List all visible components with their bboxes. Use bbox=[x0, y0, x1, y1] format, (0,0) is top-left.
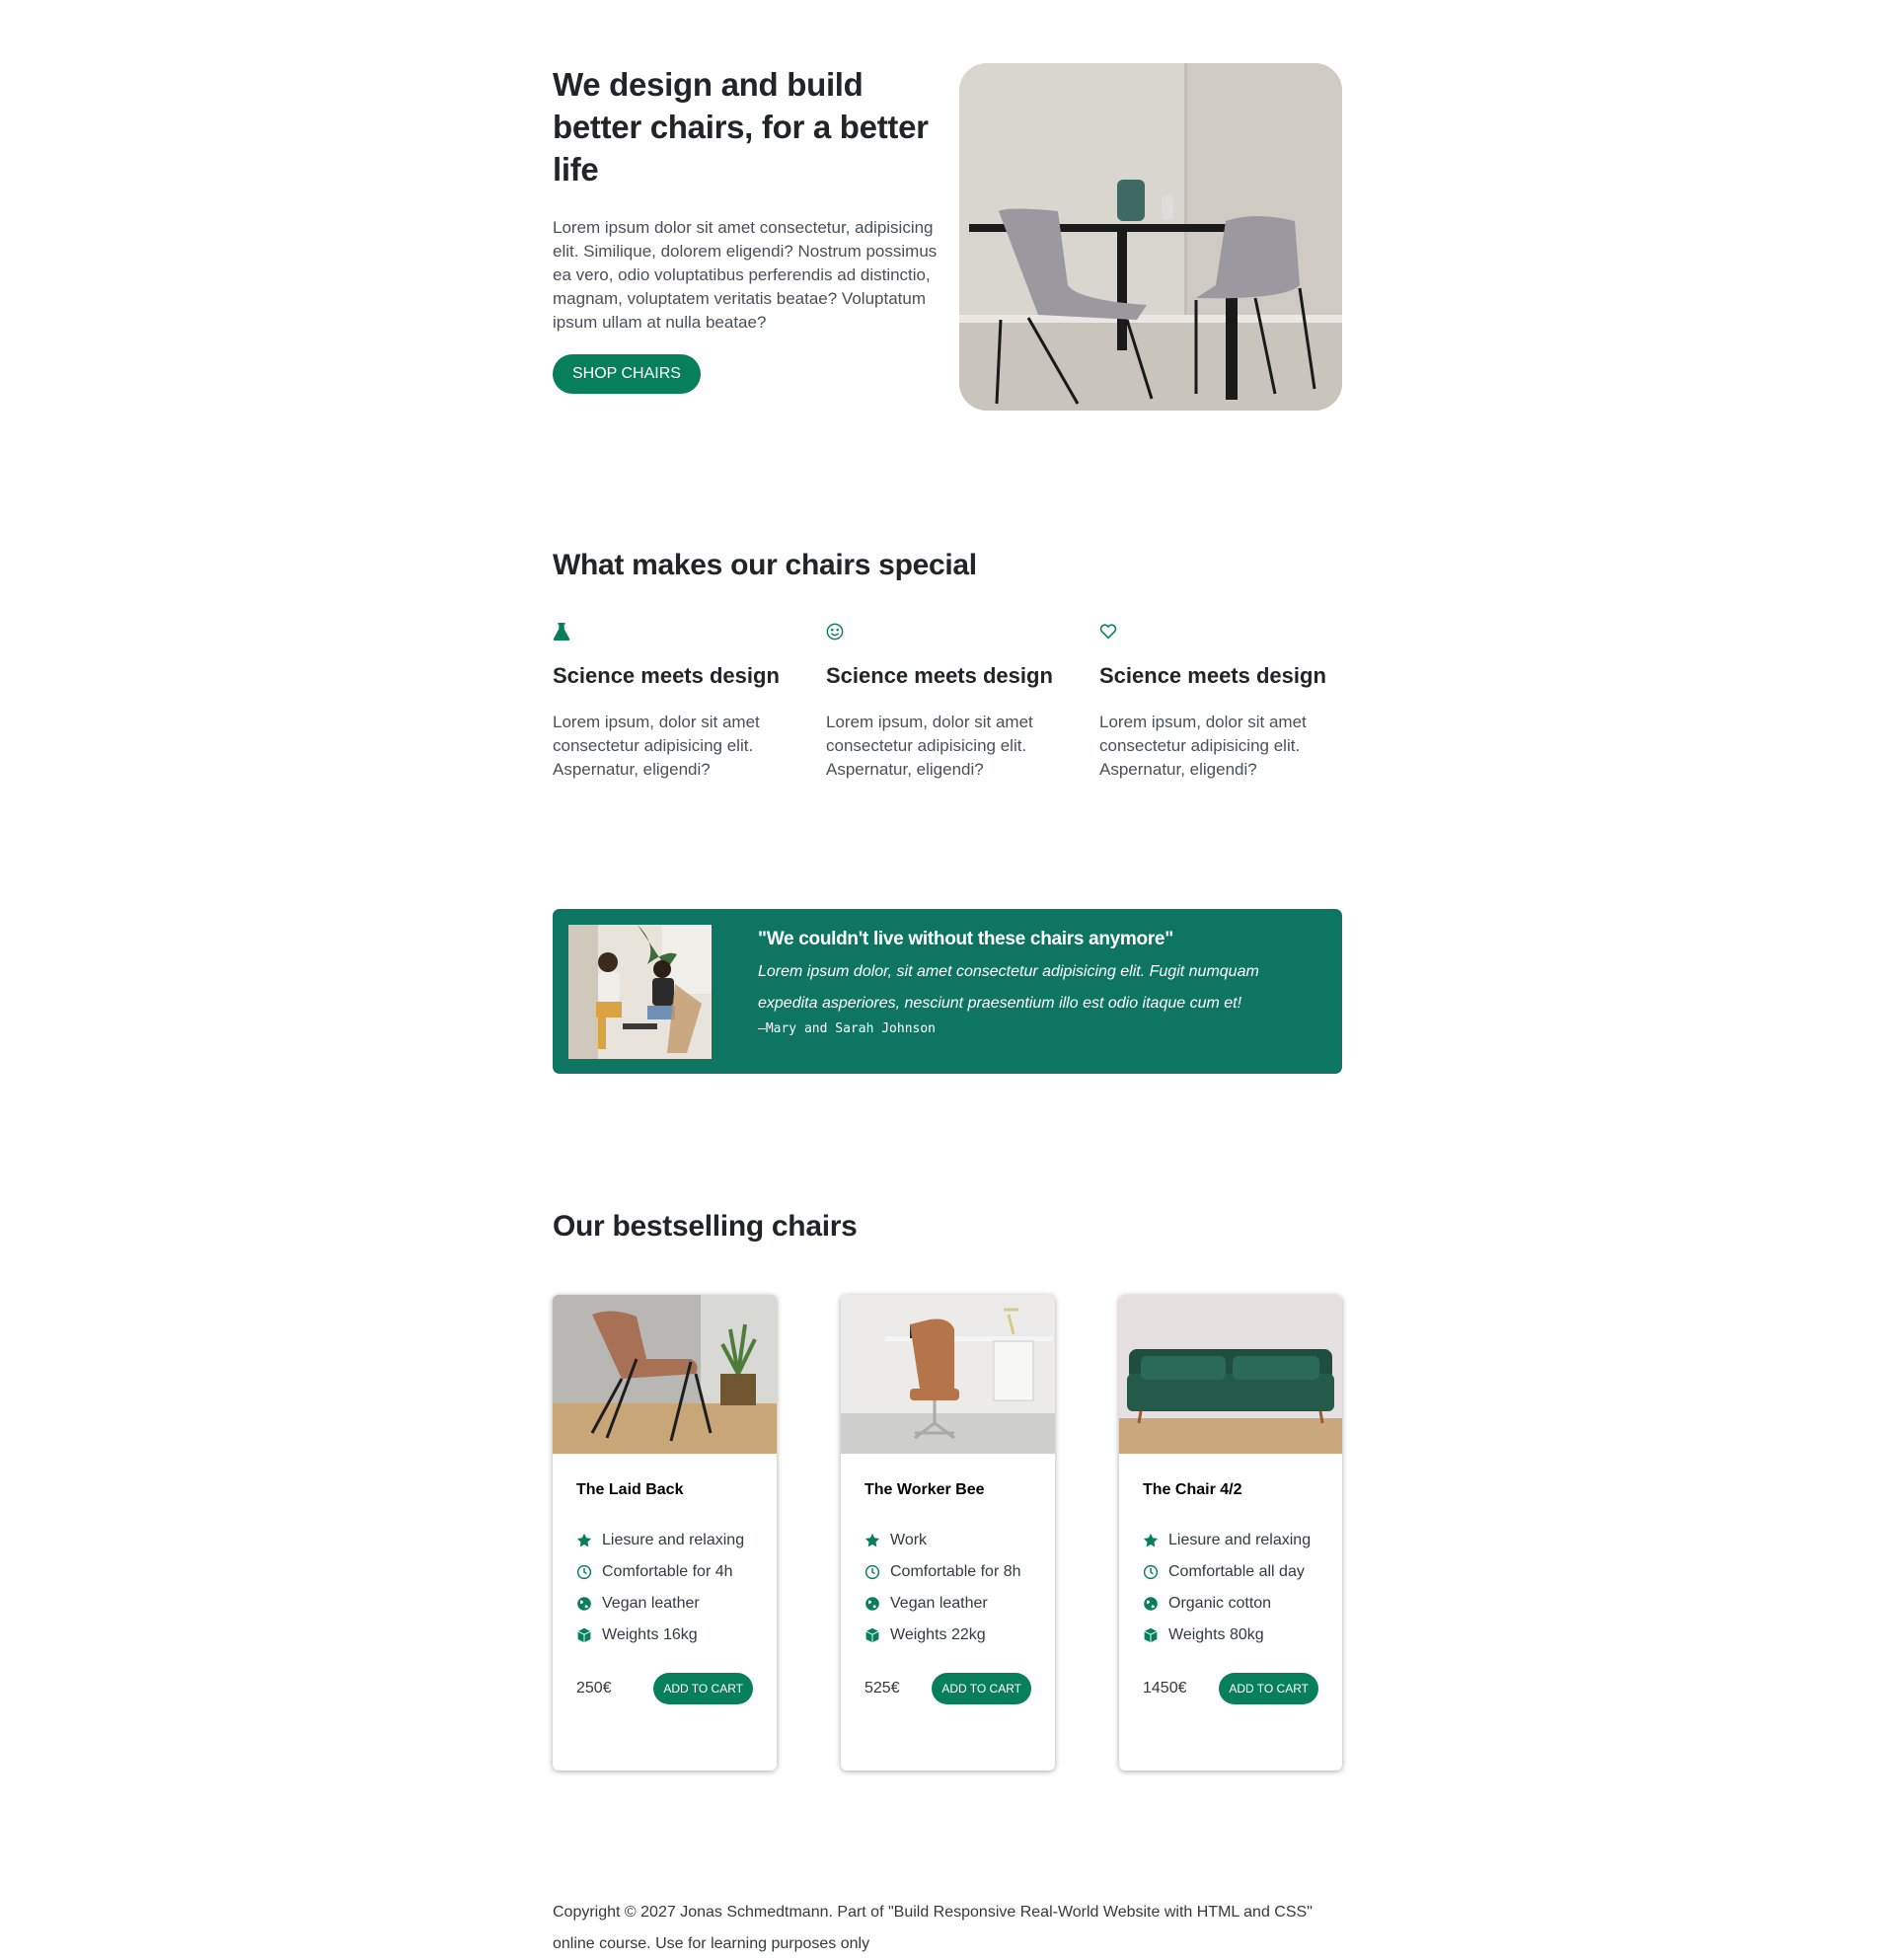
add-to-cart-button[interactable]: Add to cart bbox=[932, 1673, 1031, 1704]
product-name: The Worker Bee bbox=[864, 1481, 985, 1498]
product-body: The Worker Bee Work Comfortable for 8h V… bbox=[841, 1454, 1055, 1704]
product-feature: Comfortable all day bbox=[1143, 1556, 1318, 1588]
feature-text: Lorem ipsum, dolor sit amet consectetur … bbox=[1099, 713, 1307, 779]
heart-icon bbox=[1099, 624, 1117, 640]
feature-text: Lorem ipsum, dolor sit amet consectetur … bbox=[826, 713, 1033, 779]
product-image bbox=[841, 1295, 1055, 1454]
add-to-cart-button[interactable]: Add to cart bbox=[1219, 1673, 1318, 1704]
star-icon bbox=[864, 1533, 880, 1547]
product-feature: Liesure and relaxing bbox=[576, 1525, 753, 1556]
product-card: The Chair 4/2 Liesure and relaxing Comfo… bbox=[1119, 1295, 1342, 1771]
testimonial-body: "We couldn't live without these chairs a… bbox=[758, 929, 1320, 1036]
footer: Copyright © 2027 Jonas Schmedtmann. Part… bbox=[553, 1897, 1342, 1960]
features-title: What makes our chairs special bbox=[553, 549, 977, 581]
testimonial-title: "We couldn't live without these chairs a… bbox=[758, 929, 1173, 949]
smile-icon bbox=[826, 623, 844, 641]
globe-icon bbox=[577, 1597, 591, 1611]
box-icon bbox=[865, 1627, 879, 1643]
flask-icon bbox=[553, 623, 570, 641]
product-features: Work Comfortable for 8h Vegan leather We… bbox=[864, 1525, 1031, 1651]
product-feature: Weights 16kg bbox=[576, 1620, 753, 1651]
feature-item: Science meets design Lorem ipsum, dolor … bbox=[1099, 622, 1336, 782]
hero-section: We design and build better chairs, for a… bbox=[553, 63, 1342, 418]
footer-copyright: Copyright © 2027 Jonas Schmedtmann. Part… bbox=[553, 1904, 1313, 1952]
product-feature: Comfortable for 4h bbox=[576, 1556, 753, 1588]
box-icon bbox=[1144, 1627, 1158, 1643]
globe-icon bbox=[1144, 1597, 1158, 1611]
product-image bbox=[553, 1295, 777, 1454]
product-footer: 1450€ Add to cart bbox=[1143, 1673, 1318, 1704]
globe-icon bbox=[865, 1597, 879, 1611]
product-feature: Weights 80kg bbox=[1143, 1620, 1318, 1651]
product-price: 250€ bbox=[576, 1680, 612, 1696]
product-feature: Weights 22kg bbox=[864, 1620, 1031, 1651]
feature-title: Science meets design bbox=[1099, 663, 1326, 688]
feature-title: Science meets design bbox=[553, 663, 780, 688]
product-footer: 250€ Add to cart bbox=[576, 1673, 753, 1704]
product-price: 1450€ bbox=[1143, 1680, 1187, 1696]
product-card: The Laid Back Liesure and relaxing Comfo… bbox=[553, 1295, 777, 1771]
product-name: The Chair 4/2 bbox=[1143, 1481, 1242, 1498]
products-title: Our bestselling chairs bbox=[553, 1210, 858, 1243]
product-feature: Vegan leather bbox=[864, 1588, 1031, 1620]
feature-text: Lorem ipsum, dolor sit amet consectetur … bbox=[553, 713, 760, 779]
product-body: The Laid Back Liesure and relaxing Comfo… bbox=[553, 1454, 777, 1704]
clock-icon bbox=[1143, 1564, 1159, 1580]
hero-text: We design and build better chairs, for a… bbox=[553, 63, 947, 394]
testimonial-author: —Mary and Sarah Johnson bbox=[758, 1021, 937, 1036]
product-features: Liesure and relaxing Comfortable all day… bbox=[1143, 1525, 1318, 1651]
features-section: What makes our chairs special Science me… bbox=[553, 549, 1342, 779]
products-section: Our bestselling chairs The Laid Back Lie… bbox=[553, 1210, 1342, 1771]
testimonial-text: Lorem ipsum dolor, sit amet consectetur … bbox=[758, 963, 1259, 1012]
add-to-cart-button[interactable]: Add to cart bbox=[653, 1673, 753, 1704]
testimonial-image bbox=[568, 925, 712, 1059]
hero-description: Lorem ipsum dolor sit amet consectetur, … bbox=[553, 218, 938, 332]
star-icon bbox=[576, 1533, 592, 1547]
feature-title: Science meets design bbox=[826, 663, 1053, 688]
testimonial-section: "We couldn't live without these chairs a… bbox=[553, 909, 1342, 1074]
product-name: The Laid Back bbox=[576, 1481, 684, 1498]
product-image bbox=[1119, 1295, 1342, 1454]
feature-item: Science meets design Lorem ipsum, dolor … bbox=[553, 622, 789, 782]
product-footer: 525€ Add to cart bbox=[864, 1673, 1031, 1704]
box-icon bbox=[577, 1627, 591, 1643]
clock-icon bbox=[864, 1564, 880, 1580]
product-feature: Comfortable for 8h bbox=[864, 1556, 1031, 1588]
clock-icon bbox=[576, 1564, 592, 1580]
product-feature: Liesure and relaxing bbox=[1143, 1525, 1318, 1556]
product-feature: Work bbox=[864, 1525, 1031, 1556]
hero-title: We design and build better chairs, for a… bbox=[553, 66, 929, 188]
product-feature: Organic cotton bbox=[1143, 1588, 1318, 1620]
product-price: 525€ bbox=[864, 1680, 900, 1696]
product-body: The Chair 4/2 Liesure and relaxing Comfo… bbox=[1119, 1454, 1342, 1704]
product-card: The Worker Bee Work Comfortable for 8h V… bbox=[841, 1295, 1055, 1771]
hero-image bbox=[959, 63, 1342, 411]
product-features: Liesure and relaxing Comfortable for 4h … bbox=[576, 1525, 753, 1651]
shop-chairs-button[interactable]: Shop chairs bbox=[553, 354, 701, 394]
product-feature: Vegan leather bbox=[576, 1588, 753, 1620]
star-icon bbox=[1143, 1533, 1159, 1547]
feature-item: Science meets design Lorem ipsum, dolor … bbox=[826, 622, 1063, 782]
